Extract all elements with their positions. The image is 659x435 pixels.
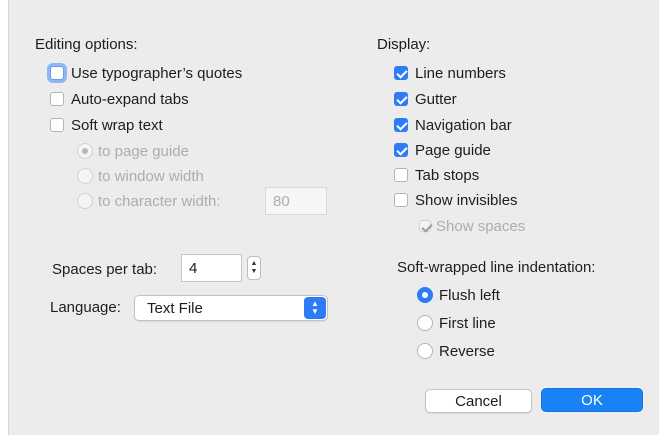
spaces-stepper[interactable]: ▲ ▼ [247,256,261,280]
line-numbers-label: Line numbers [415,64,506,82]
navigation-bar-option[interactable]: Navigation bar [394,114,512,136]
soft-wrap-checkbox[interactable] [50,118,64,132]
tab-stops-checkbox[interactable] [394,168,408,182]
use-quotes-option[interactable]: Use typographer’s quotes [50,62,242,84]
show-invisibles-label: Show invisibles [415,191,518,209]
gutter-label: Gutter [415,90,457,108]
line-numbers-checkbox[interactable] [394,66,408,80]
flush-left-label: Flush left [439,286,500,304]
indentation-heading: Soft-wrapped line indentation: [397,259,596,276]
wrap-page-guide-option[interactable]: to page guide [77,140,189,162]
spaces-per-tab-label: Spaces per tab: [52,261,158,278]
char-width-input[interactable]: 80 [265,187,327,215]
use-quotes-checkbox[interactable] [50,66,64,80]
flush-left-option[interactable]: Flush left [417,284,500,306]
soft-wrap-label: Soft wrap text [71,116,163,134]
first-line-label: First line [439,314,496,332]
tab-stops-label: Tab stops [415,166,480,184]
display-heading: Display: [377,36,431,53]
ok-button[interactable]: OK [541,388,643,412]
cancel-button[interactable]: Cancel [425,389,532,413]
first-line-radio[interactable] [417,315,433,331]
language-value: Text File [147,299,203,317]
wrap-char-option[interactable]: to character width: [77,190,221,212]
page-guide-checkbox[interactable] [394,143,408,157]
wrap-page-guide-label: to page guide [98,142,189,160]
wrap-window-label: to window width [98,167,204,185]
first-line-option[interactable]: First line [417,312,496,334]
show-invisibles-checkbox[interactable] [394,193,408,207]
wrap-char-radio[interactable] [77,193,93,209]
language-label: Language: [50,299,121,316]
auto-expand-label: Auto-expand tabs [71,90,189,108]
flush-left-radio[interactable] [417,287,433,303]
reverse-label: Reverse [439,342,495,360]
tab-stops-option[interactable]: Tab stops [394,164,479,186]
reverse-radio[interactable] [417,343,433,359]
soft-wrap-option[interactable]: Soft wrap text [50,114,163,136]
gutter-option[interactable]: Gutter [394,88,457,110]
use-quotes-label: Use typographer’s quotes [71,64,243,82]
show-spaces-checkbox[interactable] [419,220,431,232]
reverse-option[interactable]: Reverse [417,340,495,362]
auto-expand-option[interactable]: Auto-expand tabs [50,88,189,110]
editing-options-heading: Editing options: [35,36,138,53]
wrap-window-radio[interactable] [77,168,93,184]
chevron-up-icon[interactable]: ▲ [251,260,258,268]
page-guide-label: Page guide [415,141,491,159]
wrap-window-option[interactable]: to window width [77,165,204,187]
wrap-page-guide-radio[interactable] [77,143,93,159]
navigation-bar-checkbox[interactable] [394,118,408,132]
chevron-down-icon[interactable]: ▼ [251,268,258,276]
updown-chevron-icon: ▲ ▼ [304,297,326,319]
show-spaces-option[interactable]: Show spaces [419,215,525,237]
show-spaces-label: Show spaces [436,217,526,235]
auto-expand-checkbox[interactable] [50,92,64,106]
line-numbers-option[interactable]: Line numbers [394,62,506,84]
language-select[interactable]: Text File ▲ ▼ [134,295,328,321]
wrap-char-label: to character width: [98,192,221,210]
gutter-checkbox[interactable] [394,92,408,106]
show-invisibles-option[interactable]: Show invisibles [394,189,518,211]
window-edge [0,0,9,435]
navigation-bar-label: Navigation bar [415,116,512,134]
page-guide-option[interactable]: Page guide [394,139,491,161]
spaces-per-tab-input[interactable]: 4 [181,254,242,282]
